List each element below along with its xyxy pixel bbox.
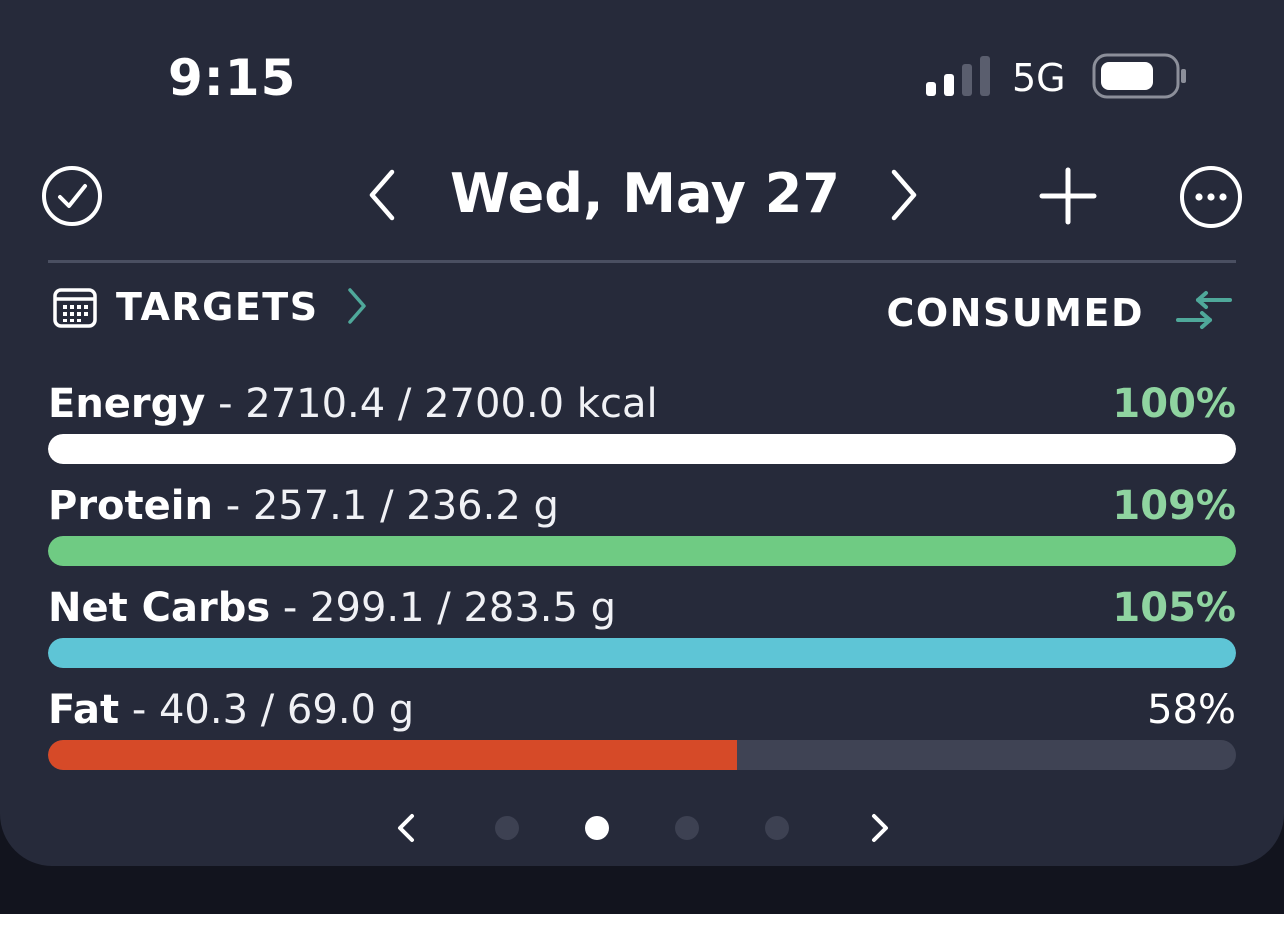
nutrient-name: Energy [48, 381, 206, 427]
nutrient-values: - 40.3 / 69.0 g [131, 687, 415, 733]
targets-link[interactable]: TARGETS [116, 282, 319, 332]
nutrient-row-fat[interactable]: Fat - 40.3 / 69.0 g 58% [48, 684, 1236, 776]
add-entry-button[interactable] [1036, 164, 1100, 228]
next-day-button[interactable] [884, 166, 924, 224]
nutrient-label: Net Carbs - 299.1 / 283.5 g [48, 582, 616, 634]
header-divider [48, 260, 1236, 263]
nutrient-row-protein[interactable]: Protein - 257.1 / 236.2 g 109% [48, 480, 1236, 572]
progress-track [48, 536, 1236, 566]
calendar-icon[interactable] [52, 286, 98, 330]
page-dot[interactable] [495, 816, 519, 840]
page-dot[interactable] [585, 816, 609, 840]
nutrient-row-net-carbs[interactable]: Net Carbs - 299.1 / 283.5 g 105% [48, 582, 1236, 674]
nutrient-label: Protein - 257.1 / 236.2 g [48, 480, 559, 532]
page-dot[interactable] [675, 816, 699, 840]
nutrient-percent: 58% [1147, 687, 1236, 733]
progress-fill [48, 740, 738, 770]
macro-summary-card: 9:15 5G Wed, May 27 TARGETS CONSUMED Ene… [0, 0, 1284, 866]
progress-track [48, 740, 1236, 770]
nutrient-values: - 257.1 / 236.2 g [225, 483, 559, 529]
check-circle-icon[interactable] [40, 164, 104, 228]
previous-day-button[interactable] [362, 166, 402, 224]
page-dot[interactable] [765, 816, 789, 840]
progress-track [48, 638, 1236, 668]
swap-arrows-icon[interactable] [1174, 290, 1234, 330]
page-indicator [0, 806, 1284, 850]
nutrient-percent: 100% [1112, 381, 1236, 427]
consumed-mode-label[interactable]: CONSUMED [886, 288, 1144, 338]
status-time: 9:15 [168, 49, 297, 107]
targets-row: TARGETS CONSUMED [0, 280, 1284, 336]
progress-fill [48, 638, 1236, 668]
nutrient-label: Energy - 2710.4 / 2700.0 kcal [48, 378, 658, 430]
nutrient-label: Fat - 40.3 / 69.0 g [48, 684, 414, 736]
nutrient-values: - 2710.4 / 2700.0 kcal [218, 381, 658, 427]
chevron-right-icon[interactable] [344, 284, 370, 328]
pager-previous-button[interactable] [394, 810, 418, 846]
pager-next-button[interactable] [868, 810, 892, 846]
nutrient-percent: 109% [1112, 483, 1236, 529]
date-header: Wed, May 27 [0, 150, 1284, 240]
progress-track [48, 434, 1236, 464]
nutrient-name: Fat [48, 687, 120, 733]
nutrient-name: Net Carbs [48, 585, 271, 631]
nutrient-values: - 299.1 / 283.5 g [282, 585, 617, 631]
nutrient-row-energy[interactable]: Energy - 2710.4 / 2700.0 kcal 100% [48, 378, 1236, 470]
date-title[interactable]: Wed, May 27 [440, 158, 850, 230]
more-options-button[interactable] [1178, 164, 1244, 230]
battery-icon [1092, 53, 1186, 99]
progress-fill [48, 434, 1236, 464]
nutrient-percent: 105% [1112, 585, 1236, 631]
bottom-sheet-edge [0, 914, 1284, 936]
nutrient-name: Protein [48, 483, 213, 529]
network-type: 5G [1012, 56, 1066, 100]
signal-icon [926, 56, 990, 96]
progress-fill [48, 536, 1236, 566]
